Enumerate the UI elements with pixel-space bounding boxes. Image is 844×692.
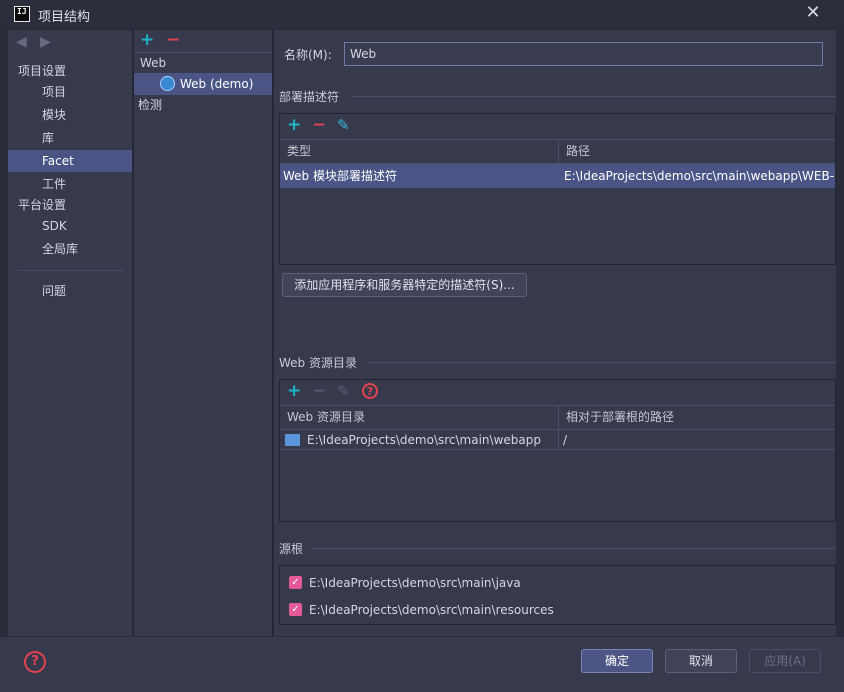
nav-item-libraries[interactable]: 库 <box>8 127 132 149</box>
title-bar: IJ 项目结构 ✕ <box>0 0 844 28</box>
facet-item-label: Web (demo) <box>180 77 254 91</box>
remove-resource-icon: − <box>312 381 327 401</box>
add-resource-icon[interactable]: + <box>287 383 301 400</box>
remove-descriptor-icon[interactable]: − <box>312 117 326 134</box>
source-roots-panel: ✓ E:\IdeaProjects\demo\src\main\java ✓ E… <box>279 565 836 625</box>
name-input[interactable]: Web <box>344 42 823 66</box>
column-header-type[interactable]: 类型 <box>280 140 558 162</box>
nav-item-artifacts[interactable]: 工件 <box>8 173 132 195</box>
name-label: 名称(M): <box>284 48 332 62</box>
settings-nav: ◀ ▶ 项目设置 项目 模块 库 Facet 工件 平台设置 SDK 全局库 问… <box>8 30 132 636</box>
java-root-label: E:\IdeaProjects\demo\src\main\java <box>309 576 521 590</box>
section-divider <box>310 548 836 549</box>
remove-icon[interactable]: − <box>166 32 180 49</box>
close-icon[interactable]: ✕ <box>803 3 823 23</box>
section-divider <box>366 362 836 363</box>
facet-item-web-demo[interactable]: Web (demo) <box>134 73 272 95</box>
source-roots-section-title: 源根 <box>279 542 304 556</box>
resources-root-checkbox[interactable]: ✓ <box>289 603 302 616</box>
section-divider <box>352 96 836 97</box>
dialog-footer: ? 确定 取消 应用(A) <box>0 636 844 692</box>
detection-item[interactable]: 检测 <box>138 94 162 116</box>
resources-section-title: Web 资源目录 <box>279 356 357 370</box>
window-title: 项目结构 <box>38 10 91 25</box>
table-row[interactable]: Web 模块部署描述符 E:\IdeaProjects\demo\src\mai… <box>280 164 835 188</box>
intellij-logo-icon: IJ <box>14 6 30 22</box>
column-header-resource-dir[interactable]: Web 资源目录 <box>280 406 558 428</box>
nav-group-platform-settings: 平台设置 <box>18 198 67 212</box>
nav-item-problems[interactable]: 问题 <box>8 280 132 302</box>
column-header-path[interactable]: 路径 <box>559 140 835 162</box>
deployment-panel: + − ✎ 类型 路径 Web 模块部署描述符 E:\IdeaProjects\… <box>279 113 836 265</box>
resources-panel: + − ✎ ? Web 资源目录 相对于部署根的路径 E:\IdeaProjec… <box>279 379 836 522</box>
help-icon[interactable]: ? <box>24 651 46 673</box>
add-icon[interactable]: + <box>140 32 154 49</box>
deployment-section-title: 部署描述符 <box>279 90 340 104</box>
help-icon[interactable]: ? <box>362 383 378 399</box>
apply-button: 应用(A) <box>749 649 821 673</box>
back-arrow-icon[interactable]: ◀ <box>16 34 27 50</box>
descriptor-path-cell: E:\IdeaProjects\demo\src\main\webapp\WEB… <box>564 169 835 183</box>
relative-path-cell: / <box>563 433 568 447</box>
nav-item-project[interactable]: 项目 <box>8 81 132 103</box>
edit-descriptor-icon[interactable]: ✎ <box>337 117 350 133</box>
add-descriptor-icon[interactable]: + <box>287 117 301 134</box>
descriptor-type-cell: Web 模块部署描述符 <box>283 169 397 183</box>
resources-root-label: E:\IdeaProjects\demo\src\main\resources <box>309 603 554 617</box>
forward-arrow-icon[interactable]: ▶ <box>40 34 51 50</box>
nav-divider <box>18 270 124 271</box>
web-folder-icon <box>285 434 300 446</box>
java-root-checkbox[interactable]: ✓ <box>289 576 302 589</box>
ok-button[interactable]: 确定 <box>581 649 653 673</box>
nav-item-facet[interactable]: Facet <box>8 150 132 172</box>
resource-dir-cell: E:\IdeaProjects\demo\src\main\webapp <box>307 433 541 447</box>
facet-list-pane: + − Web Web (demo) 检测 <box>133 30 273 636</box>
web-globe-icon <box>160 76 175 91</box>
facet-group-web[interactable]: Web <box>140 52 166 74</box>
cancel-button[interactable]: 取消 <box>665 649 737 673</box>
facet-settings-pane: 名称(M): Web 部署描述符 + − ✎ 类型 路径 Web 模块部署描述符… <box>274 30 836 636</box>
add-server-descriptor-button[interactable]: 添加应用程序和服务器特定的描述符(S)... <box>282 273 527 297</box>
nav-item-modules[interactable]: 模块 <box>8 104 132 126</box>
nav-item-sdk[interactable]: SDK <box>8 215 132 237</box>
column-header-relative-path[interactable]: 相对于部署根的路径 <box>559 406 835 428</box>
nav-group-project-settings: 项目设置 <box>18 64 67 78</box>
edit-resource-icon: ✎ <box>337 382 350 400</box>
nav-item-global-libraries[interactable]: 全局库 <box>8 238 132 260</box>
table-row[interactable]: E:\IdeaProjects\demo\src\main\webapp / <box>280 430 835 450</box>
